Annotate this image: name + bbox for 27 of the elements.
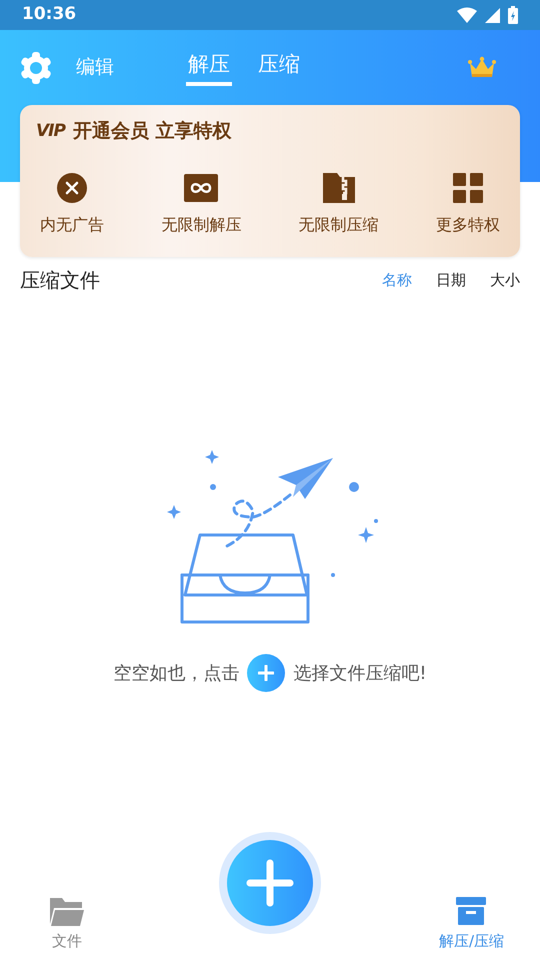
perk-button[interactable]: 无限制解压: [161, 213, 242, 237]
perk-close-icon: [56, 172, 88, 204]
perk-button[interactable]: 内无广告: [40, 213, 104, 237]
perk-button[interactable]: 更多特权: [436, 213, 500, 237]
nav-tab[interactable]: 文件: [50, 896, 84, 952]
section-title: 压缩文件: [20, 267, 100, 294]
grid-icon: [452, 173, 483, 203]
wifi-icon: [457, 7, 477, 23]
vip-banner-title: 开通会员 立享特权: [72, 119, 232, 144]
vip-logo: VIP: [36, 120, 65, 142]
perk-button[interactable]: 无限制压缩: [298, 213, 379, 237]
clock-time: 10:36: [22, 3, 76, 26]
crown-icon[interactable]: [468, 56, 496, 80]
battery-icon: [508, 6, 518, 24]
infinity-icon: [184, 174, 218, 202]
empty-hint-text: 选择文件压缩吧!: [293, 662, 427, 686]
vip-banner-card[interactable]: VIP 开通会员 立享特权 内无广告 无限制解压 无限制压缩 更多特权: [20, 105, 520, 257]
signal-icon: [485, 8, 500, 22]
folder-icon: [50, 896, 84, 926]
plus-icon: [246, 859, 294, 907]
archive-box-icon: [455, 896, 488, 926]
sort-option[interactable]: 大小: [490, 268, 520, 292]
zip-folder-icon: [322, 173, 355, 203]
empty-hint-text: 空空如也，点击: [113, 662, 240, 686]
add-icon: [247, 654, 286, 692]
sort-option[interactable]: 日期: [436, 268, 466, 292]
settings-icon[interactable]: [20, 52, 52, 84]
